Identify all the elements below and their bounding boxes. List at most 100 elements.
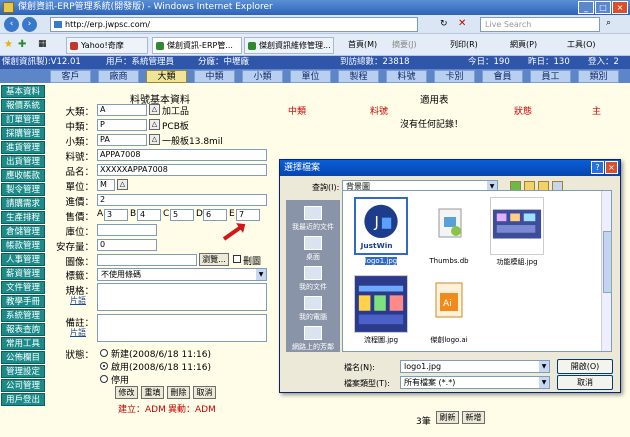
part-number-input[interactable]: APPA7008: [97, 149, 267, 161]
price-a-input[interactable]: 3: [104, 209, 128, 221]
file-item[interactable]: Ai 傑創logo.ai: [417, 275, 481, 345]
sidebar-item[interactable]: 文件管理: [1, 281, 45, 294]
place-network[interactable]: 網路上的芳鄰: [286, 326, 340, 352]
tab-erp[interactable]: 傑創資訊-ERP管...: [152, 37, 242, 54]
cost-price-input[interactable]: 2: [97, 194, 267, 206]
menu-member[interactable]: 會員: [482, 70, 523, 83]
minor-class-input[interactable]: PA: [97, 134, 147, 146]
unit-picker-icon[interactable]: △: [117, 179, 128, 190]
major-class-input[interactable]: A: [97, 104, 147, 116]
toolbar-home[interactable]: 首頁(M): [348, 39, 377, 50]
mid-picker-icon[interactable]: △: [149, 119, 160, 130]
reset-button[interactable]: 重填: [141, 386, 164, 399]
product-name-input[interactable]: XXXXXAPPA7008: [97, 164, 267, 176]
sidebar-item[interactable]: 系統管理: [1, 309, 45, 322]
filename-input[interactable]: logo1.jpg ▼: [400, 360, 550, 373]
dialog-cancel-button[interactable]: 取消: [557, 375, 613, 390]
menu-major-class[interactable]: 大類: [146, 70, 187, 83]
place-documents[interactable]: 我的文件: [286, 266, 340, 292]
favorites-star-icon[interactable]: ★: [4, 39, 13, 50]
modify-button[interactable]: 修改: [115, 386, 138, 399]
place-recent[interactable]: 我最近的文件: [286, 206, 340, 232]
file-item[interactable]: 流程圖.jpg: [349, 275, 413, 345]
sidebar-item[interactable]: 管理設定: [1, 365, 45, 378]
sidebar-item[interactable]: 帳款管理: [1, 239, 45, 252]
add-favorite-icon[interactable]: ✚: [18, 39, 26, 50]
minor-picker-icon[interactable]: △: [149, 134, 160, 145]
sidebar-item[interactable]: 用戶登出: [1, 393, 45, 406]
notes-phrase-link[interactable]: 片語: [70, 327, 86, 338]
location-input[interactable]: [97, 224, 157, 236]
major-picker-icon[interactable]: △: [149, 104, 160, 115]
menu-part[interactable]: 料號: [386, 70, 427, 83]
price-d-input[interactable]: 6: [203, 209, 227, 221]
menu-minor-class[interactable]: 小類: [242, 70, 283, 83]
sidebar-item[interactable]: 公佈欄目: [1, 351, 45, 364]
menu-employee[interactable]: 員工: [530, 70, 571, 83]
sidebar-item[interactable]: 人事管理: [1, 253, 45, 266]
toolbar-print[interactable]: 列印(R): [450, 39, 478, 50]
menu-vendor[interactable]: 廠商: [98, 70, 139, 83]
file-item[interactable]: Thumbs.db: [417, 197, 481, 265]
sidebar-item[interactable]: 基本資料: [1, 85, 45, 98]
toolbar-page[interactable]: 網頁(P): [510, 39, 537, 50]
place-desktop[interactable]: 桌面: [286, 236, 340, 262]
browse-button[interactable]: 瀏覽...: [199, 253, 229, 266]
tab-repair[interactable]: 傑創資訊維修管理...: [244, 37, 334, 54]
spec-phrase-link[interactable]: 片語: [70, 295, 86, 306]
cancel-button[interactable]: 取消: [193, 386, 216, 399]
sidebar-item[interactable]: 報價系統: [1, 99, 45, 112]
menu-unit[interactable]: 單位: [290, 70, 331, 83]
forward-arrow-icon[interactable]: ›: [22, 17, 37, 32]
quick-tabs-icon[interactable]: ▦: [38, 39, 47, 49]
image-path-input[interactable]: [97, 254, 197, 266]
search-icon[interactable]: ⌕: [606, 18, 611, 28]
help-icon[interactable]: ?: [591, 161, 604, 174]
place-computer[interactable]: 我的電腦: [286, 296, 340, 322]
file-item[interactable]: 功能模組.jpg: [485, 197, 549, 267]
sidebar-item[interactable]: 薪資管理: [1, 267, 45, 280]
sidebar-item[interactable]: 生產排程: [1, 211, 45, 224]
file-list-scrollbar[interactable]: [601, 191, 612, 351]
refresh-icon[interactable]: ↻: [440, 19, 448, 29]
search-input[interactable]: Live Search: [480, 17, 600, 32]
unit-input[interactable]: M: [97, 179, 115, 191]
filetype-select[interactable]: 所有檔案 (*.*) ▼: [400, 376, 550, 389]
maximize-button[interactable]: □: [595, 1, 611, 14]
sidebar-item[interactable]: 報表查詢: [1, 323, 45, 336]
spec-textarea[interactable]: [97, 283, 267, 311]
status-disabled-radio[interactable]: [100, 375, 108, 383]
barcode-select[interactable]: 不使用條碼 ▼: [97, 268, 267, 281]
sidebar-item[interactable]: 教學手冊: [1, 295, 45, 308]
menu-category[interactable]: 類別: [578, 70, 619, 83]
sidebar-item[interactable]: 訂單管理: [1, 113, 45, 126]
menu-mid-class[interactable]: 中類: [194, 70, 235, 83]
menu-process[interactable]: 製程: [338, 70, 379, 83]
toolbar-tools[interactable]: 工具(O): [567, 39, 596, 50]
safety-stock-input[interactable]: 0: [97, 239, 157, 251]
url-input[interactable]: http://erp.jwpsc.com/: [50, 17, 418, 32]
menu-customer[interactable]: 客戶: [50, 70, 91, 83]
status-new-radio[interactable]: [100, 349, 108, 357]
back-arrow-icon[interactable]: ‹: [4, 17, 19, 32]
refresh-button[interactable]: 刷新: [436, 411, 459, 424]
sidebar-item[interactable]: 進貨管理: [1, 141, 45, 154]
add-button[interactable]: 新增: [462, 411, 485, 424]
sidebar-item[interactable]: 採購管理: [1, 127, 45, 140]
sidebar-item[interactable]: 公司管理: [1, 379, 45, 392]
sidebar-item[interactable]: 倉儲管理: [1, 225, 45, 238]
menu-card[interactable]: 卡別: [434, 70, 475, 83]
tab-yahoo[interactable]: Yahoo!奇摩: [66, 37, 148, 54]
price-c-input[interactable]: 5: [170, 209, 194, 221]
sidebar-item[interactable]: 常用工具: [1, 337, 45, 350]
minimize-button[interactable]: _: [578, 1, 594, 14]
notes-textarea[interactable]: [97, 314, 267, 342]
sidebar-item[interactable]: 應收帳款: [1, 169, 45, 182]
delete-button[interactable]: 刪除: [167, 386, 190, 399]
status-active-radio[interactable]: [100, 362, 108, 370]
file-item[interactable]: J JustWin logo1.jpg: [349, 197, 413, 265]
close-window-button[interactable]: ×: [612, 1, 628, 14]
open-button[interactable]: 開啟(O): [557, 359, 613, 374]
dialog-close-icon[interactable]: ×: [605, 161, 618, 174]
sidebar-item[interactable]: 製令管理: [1, 183, 45, 196]
